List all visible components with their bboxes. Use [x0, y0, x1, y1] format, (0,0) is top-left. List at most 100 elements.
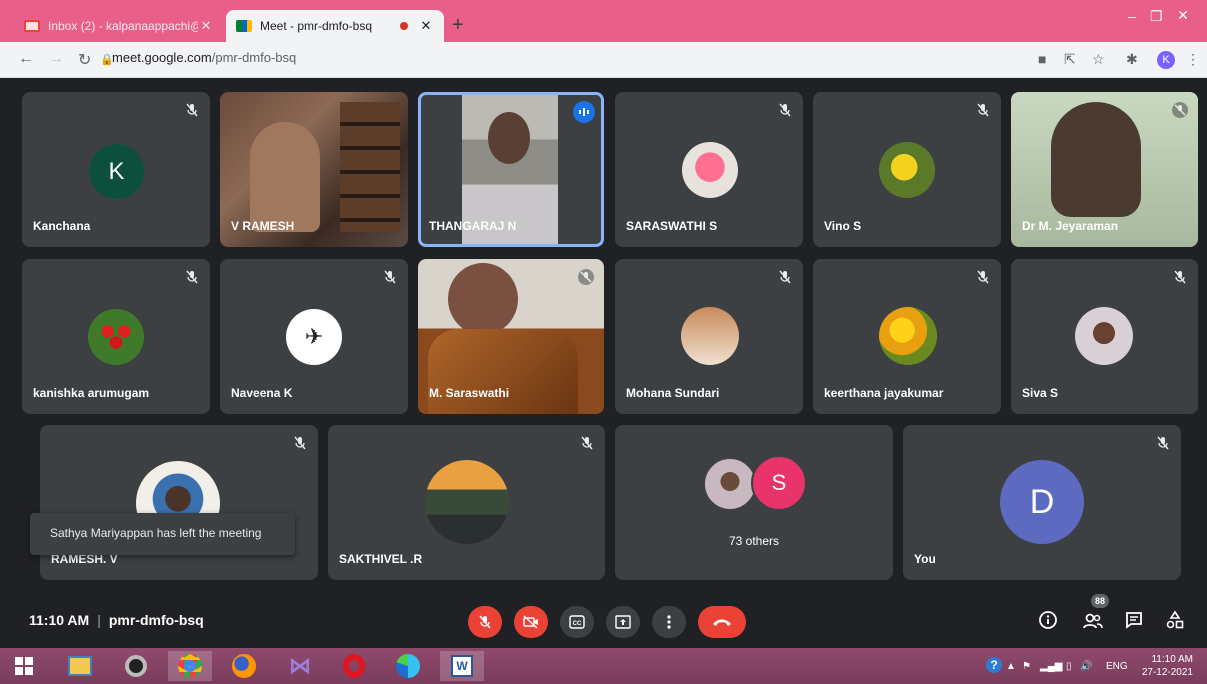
browser-tab-bar: Inbox (2) - kalpanaappachi@gmail.com ✕ M…: [0, 0, 1207, 42]
address-bar[interactable]: meet.google.com/pmr-dmfo-bsq: [112, 50, 296, 65]
extensions-icon[interactable]: ✱: [1126, 51, 1138, 68]
bookmark-star-icon[interactable]: ☆: [1092, 51, 1105, 68]
minimize-icon[interactable]: –: [1128, 8, 1136, 24]
activities-button[interactable]: [1165, 610, 1187, 632]
show-hidden-icons-icon[interactable]: ▲: [1006, 661, 1016, 672]
help-icon[interactable]: ?: [986, 657, 1002, 673]
present-icon: [615, 615, 631, 629]
edge-icon[interactable]: [386, 651, 430, 681]
activities-icon: [1166, 610, 1184, 629]
participant-name: keerthana jayakumar: [824, 386, 944, 400]
file-explorer-icon[interactable]: [58, 651, 102, 681]
participant-name: M. Saraswathi: [429, 386, 510, 400]
mic-off-icon: [977, 103, 989, 117]
captions-icon: CC: [569, 615, 585, 629]
self-tile[interactable]: D You: [903, 425, 1181, 580]
avatar: S: [751, 455, 807, 511]
video-background: [340, 102, 400, 232]
participant-video-tile[interactable]: M. Saraswathi: [418, 259, 604, 414]
video-face: [1051, 102, 1141, 217]
mic-off-icon: [186, 103, 198, 117]
participant-name: Siva S: [1022, 386, 1059, 400]
avatar: [682, 142, 738, 198]
others-tile[interactable]: S 73 others: [615, 425, 893, 580]
svg-text:CC: CC: [573, 621, 582, 627]
word-icon[interactable]: W: [440, 651, 484, 681]
url-host: meet.google.com: [112, 50, 212, 65]
participant-video-tile[interactable]: Dr M. Jeyaraman: [1011, 92, 1198, 247]
window-close-icon[interactable]: ✕: [1165, 4, 1201, 26]
video-body: [428, 329, 578, 414]
tab-title: Meet - pmr-dmfo-bsq: [260, 19, 373, 33]
opera-icon[interactable]: [332, 651, 376, 681]
mic-off-icon: [779, 103, 791, 117]
meeting-info: 11:10 AM | pmr-dmfo-bsq: [29, 612, 204, 628]
participant-tile[interactable]: SAKTHIVEL .R: [328, 425, 605, 580]
camera-icon[interactable]: ■: [1038, 51, 1046, 67]
camera-app-icon[interactable]: [114, 651, 158, 681]
meeting-details-button[interactable]: [1038, 610, 1060, 632]
volume-icon[interactable]: 🔊: [1080, 661, 1092, 672]
participant-tile[interactable]: ✈ Naveena K: [220, 259, 408, 414]
close-icon[interactable]: ✕: [418, 18, 434, 34]
more-menu-icon[interactable]: ⋮: [1186, 51, 1200, 68]
profile-avatar[interactable]: K: [1157, 51, 1175, 69]
more-options-button[interactable]: [652, 606, 686, 638]
participant-tile[interactable]: SARASWATHI S: [615, 92, 803, 247]
participant-name: You: [914, 552, 936, 566]
present-screen-button[interactable]: [606, 606, 640, 638]
captions-button[interactable]: CC: [560, 606, 594, 638]
end-call-icon: [713, 619, 731, 626]
info-icon: [1039, 611, 1057, 629]
leave-call-button[interactable]: [698, 606, 746, 638]
system-clock[interactable]: 11:10 AM 27-12-2021: [1142, 653, 1193, 679]
avatar: [1075, 307, 1133, 365]
close-icon[interactable]: ✕: [198, 18, 214, 34]
participant-video-tile-speaking[interactable]: THANGARAJ N: [418, 92, 604, 247]
chat-button[interactable]: [1124, 610, 1146, 632]
mic-off-icon: [779, 270, 791, 284]
tab-gmail[interactable]: Inbox (2) - kalpanaappachi@gmail.com ✕: [14, 10, 224, 42]
forward-icon[interactable]: →: [48, 50, 64, 68]
participant-tile[interactable]: K Kanchana: [22, 92, 210, 247]
participant-name: THANGARAJ N: [429, 219, 517, 233]
avatar: [879, 307, 937, 365]
speaking-indicator-icon: [573, 101, 595, 123]
input-language[interactable]: ENG: [1106, 661, 1128, 672]
visual-studio-icon[interactable]: ⋈: [278, 651, 322, 681]
participant-video-tile[interactable]: V RAMESH: [220, 92, 408, 247]
participant-tile[interactable]: Mohana Sundari: [615, 259, 803, 414]
people-icon: [1083, 613, 1103, 629]
tab-meet[interactable]: Meet - pmr-dmfo-bsq ✕: [226, 10, 444, 42]
mic-off-icon: [1157, 436, 1169, 450]
participant-tile[interactable]: RAMESH. V: [40, 425, 318, 580]
notification-toast: Sathya Mariyappan has left the meeting: [30, 513, 295, 555]
clock-date: 27-12-2021: [1141, 667, 1193, 678]
participant-name: Mohana Sundari: [626, 386, 720, 400]
reload-icon[interactable]: ↻: [78, 50, 91, 70]
mic-toggle-button[interactable]: [468, 606, 502, 638]
participant-name: SARASWATHI S: [626, 219, 718, 233]
restore-icon[interactable]: ❐: [1150, 8, 1163, 25]
back-icon[interactable]: ←: [18, 50, 34, 68]
flag-icon[interactable]: ⚑: [1022, 661, 1031, 672]
avatar: ✈: [286, 309, 342, 365]
share-icon[interactable]: ⇱: [1064, 51, 1076, 68]
windows-start-icon[interactable]: [2, 651, 46, 681]
people-button[interactable]: [1082, 610, 1104, 632]
participant-tile[interactable]: keerthana jayakumar: [813, 259, 1001, 414]
avatar: [879, 142, 935, 198]
chrome-icon[interactable]: [168, 651, 212, 681]
tab-title: Inbox (2) - kalpanaappachi@gmail.com: [48, 19, 198, 33]
new-tab-button[interactable]: +: [452, 14, 464, 37]
network-icon[interactable]: ▂▄▆: [1040, 661, 1062, 672]
battery-icon[interactable]: ▯: [1066, 661, 1072, 672]
firefox-icon[interactable]: [222, 651, 266, 681]
participant-tile[interactable]: Siva S: [1011, 259, 1198, 414]
participant-tile[interactable]: kanishka arumugam: [22, 259, 210, 414]
meeting-time: 11:10 AM: [29, 612, 90, 628]
more-vert-icon: [667, 615, 671, 629]
participant-tile[interactable]: Vino S: [813, 92, 1001, 247]
avatar: [703, 457, 757, 511]
camera-toggle-button[interactable]: [514, 606, 548, 638]
